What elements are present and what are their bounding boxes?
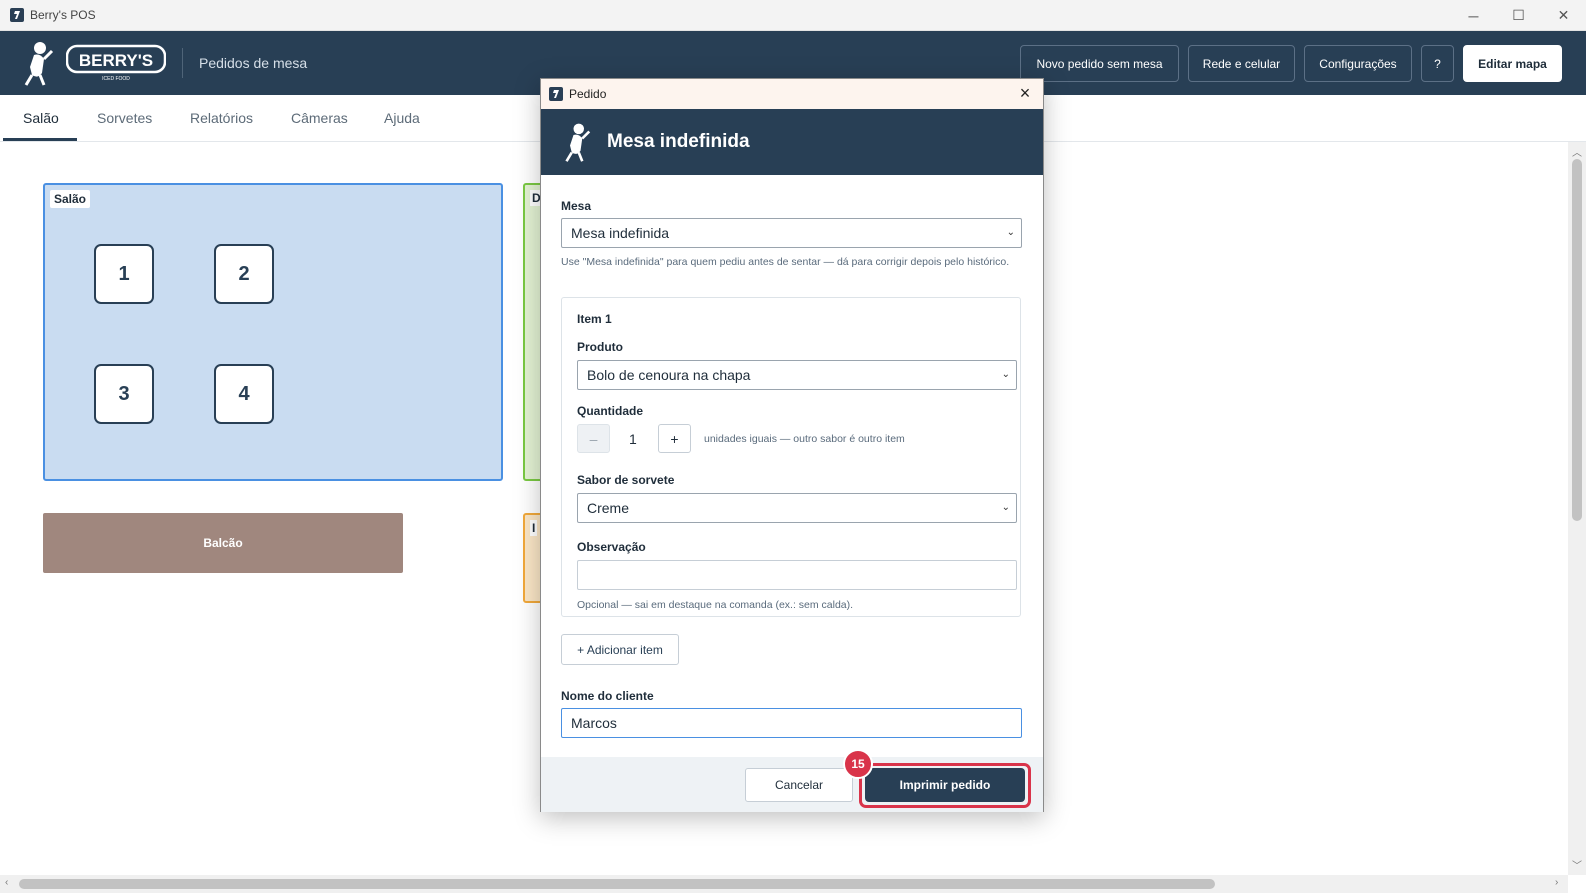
quantity-decrement-button[interactable]: – [577,424,610,453]
app-icon [10,8,24,22]
window-title: Berry's POS [30,8,96,22]
scroll-up-icon[interactable]: ︿ [1568,144,1586,159]
chevron-down-icon: ⌄ [1006,227,1015,238]
item-card: Item 1 Produto Bolo de cenoura na chapa … [561,297,1021,617]
area-salao[interactable]: Salão 1 2 3 4 [43,183,503,481]
window-titlebar: Berry's POS ─ ☐ ✕ [0,0,1586,31]
vertical-scrollbar[interactable]: ︿ ﹀ [1568,142,1586,875]
mesa-select[interactable]: Mesa indefinida ⌄ [561,218,1022,248]
tab-cameras[interactable]: Câmeras [291,110,348,126]
quantity-increment-button[interactable]: + [658,424,691,453]
maximize-icon[interactable]: ☐ [1496,0,1541,31]
chevron-down-icon: ⌄ [1001,369,1010,380]
horizontal-scroll-thumb[interactable] [19,879,1215,889]
dialog-footer: Cancelar Imprimir pedido 15 [541,749,1043,812]
add-item-button[interactable]: + Adicionar item [561,634,679,665]
print-order-button[interactable]: Imprimir pedido [865,768,1025,802]
mascot-icon [565,123,591,162]
cliente-label: Nome do cliente [561,689,654,703]
active-tab-indicator [3,138,77,141]
area-balcao[interactable]: Balcão [43,513,403,573]
close-window-icon[interactable]: ✕ [1541,0,1586,31]
mesa-select-value: Mesa indefinida [571,225,670,241]
tab-sorvetes[interactable]: Sorvetes [97,110,152,126]
mesa-hint: Use "Mesa indefinida" para quem pediu an… [561,256,1010,268]
item-title: Item 1 [577,312,612,326]
help-button[interactable]: ? [1421,45,1454,82]
svg-text:BERRY'S: BERRY'S [79,51,153,70]
settings-button[interactable]: Configurações [1304,45,1412,82]
dialog-hero: Mesa indefinida [541,109,1043,175]
order-dialog: Pedido × Mesa indefinida Mesa Mesa indef… [540,78,1044,812]
quantidade-label: Quantidade [577,404,644,418]
network-button[interactable]: Rede e celular [1188,45,1295,82]
mesa-label: Mesa [561,199,592,213]
dialog-app-icon [549,87,563,101]
cancel-button[interactable]: Cancelar [745,768,853,802]
sabor-select[interactable]: Creme ⌄ [577,493,1017,523]
chevron-down-icon: ⌄ [1001,502,1010,513]
dialog-hero-title: Mesa indefinida [607,131,750,152]
page-title: Pedidos de mesa [199,55,308,71]
dialog-title: Pedido [569,87,607,101]
table-4[interactable]: 4 [214,364,274,424]
edit-map-button[interactable]: Editar mapa [1463,45,1562,82]
produto-select-value: Bolo de cenoura na chapa [587,367,751,383]
tab-salao[interactable]: Salão [23,110,59,126]
dialog-titlebar: Pedido × [541,79,1043,109]
window-controls: ─ ☐ ✕ [1451,0,1586,31]
scroll-down-icon[interactable]: ﹀ [1568,857,1586,872]
quantidade-hint: unidades iguais — outro sabor é outro it… [704,433,905,445]
mascot-logo-icon [24,42,54,86]
svg-text:ICED FOOD: ICED FOOD [102,76,130,82]
minimize-icon[interactable]: ─ [1451,0,1496,31]
tab-relatorios[interactable]: Relatórios [190,110,253,126]
quantity-value[interactable]: 1 [629,431,637,447]
scroll-right-icon[interactable]: › [1555,877,1558,888]
produto-label: Produto [577,340,623,354]
observacao-label: Observação [577,540,646,554]
area-salao-label: Salão [50,190,91,208]
table-2[interactable]: 2 [214,244,274,304]
table-1[interactable]: 1 [94,244,154,304]
header-divider [182,48,183,78]
new-order-button[interactable]: Novo pedido sem mesa [1020,45,1179,82]
customer-name-input[interactable]: Marcos [561,708,1022,738]
observacao-hint: Opcional — sai em destaque na comanda (e… [577,599,854,611]
horizontal-scrollbar[interactable]: ‹ › [0,875,1568,893]
sabor-label: Sabor de sorvete [577,473,675,487]
step-badge: 15 [843,749,873,779]
sabor-select-value: Creme [587,500,630,516]
close-icon[interactable]: × [1015,83,1035,103]
table-3[interactable]: 3 [94,364,154,424]
scroll-left-icon[interactable]: ‹ [5,877,8,888]
produto-select[interactable]: Bolo de cenoura na chapa ⌄ [577,360,1017,390]
area-orange-label: I [530,520,538,536]
brand-wordmark-logo: BERRY'S ICED FOOD [66,44,166,82]
observacao-input[interactable] [577,560,1017,590]
tab-ajuda[interactable]: Ajuda [384,110,420,126]
vertical-scroll-thumb[interactable] [1572,159,1582,521]
